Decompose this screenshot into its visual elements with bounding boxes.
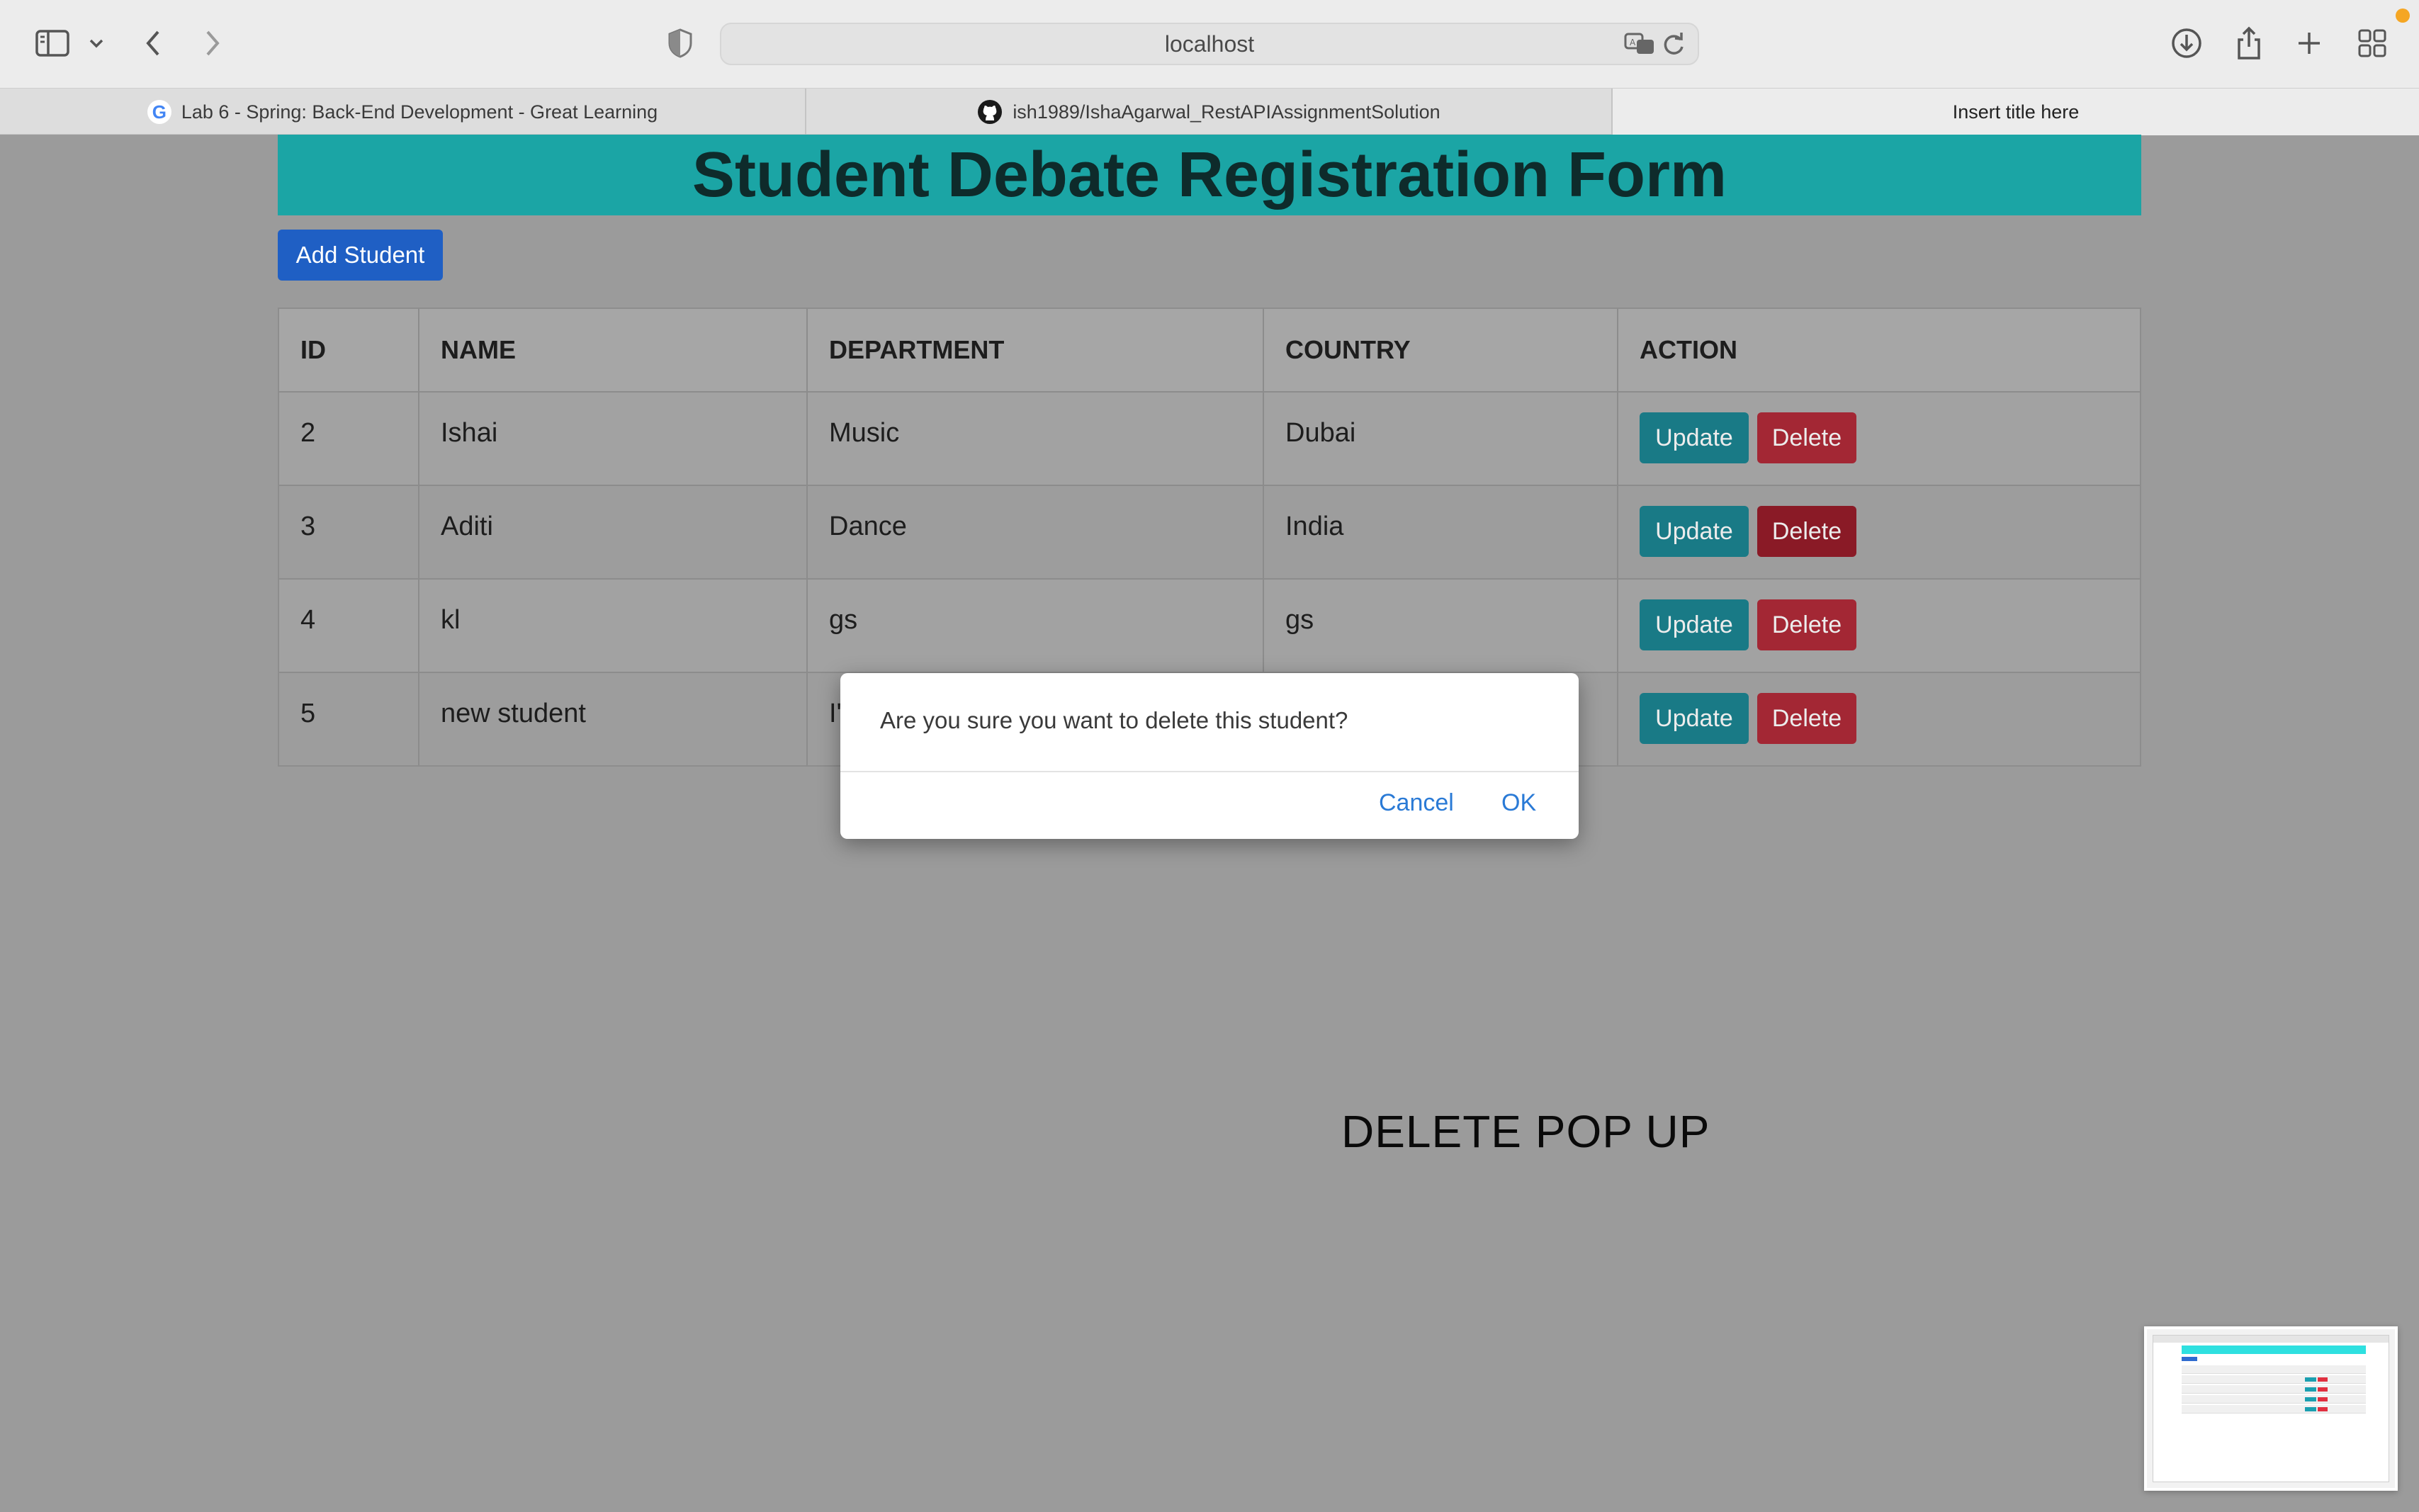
shield-icon[interactable] [665, 23, 696, 64]
delete-button[interactable]: Delete [1757, 412, 1856, 463]
cell-id: 3 [279, 486, 419, 578]
browser-toolbar: localhost A [0, 0, 2419, 88]
thumbnail-update [2305, 1377, 2316, 1382]
cell-action: Update Delete [1618, 393, 2140, 485]
thumbnail-row [2182, 1365, 2366, 1374]
share-icon[interactable] [2232, 23, 2266, 64]
cell-department: Music [808, 393, 1264, 485]
notification-dot [2396, 9, 2410, 23]
table-header-row: ID NAME DEPARTMENT COUNTRY ACTION [279, 309, 2140, 393]
cell-name: Ishai [419, 393, 808, 485]
cell-country: Dubai [1264, 393, 1618, 485]
thumbnail-row [2182, 1395, 2366, 1404]
chevron-down-icon[interactable] [84, 23, 109, 64]
delete-confirm-dialog: Are you sure you want to delete this stu… [840, 673, 1579, 839]
tab-bar: G Lab 6 - Spring: Back-End Development -… [0, 88, 2419, 135]
thumbnail-delete [2318, 1387, 2328, 1392]
thumbnail-row [2182, 1385, 2366, 1394]
thumbnail-toolbar [2153, 1336, 2389, 1343]
new-tab-plus-icon[interactable] [2293, 23, 2325, 64]
page-title: Student Debate Registration Form [692, 139, 1727, 210]
github-icon [977, 99, 1003, 125]
tab-great-learning[interactable]: G Lab 6 - Spring: Back-End Development -… [0, 89, 806, 135]
cell-department: gs [808, 580, 1264, 672]
url-text: localhost [1164, 31, 1255, 57]
cell-name: Aditi [419, 486, 808, 578]
cell-country: gs [1264, 580, 1618, 672]
thumbnail-preview [2153, 1335, 2389, 1482]
tab-label: ish1989/IshaAgarwal_RestAPIAssignmentSol… [1013, 101, 1440, 123]
add-student-button[interactable]: Add Student [278, 230, 443, 281]
tab-label: Lab 6 - Spring: Back-End Development - G… [181, 101, 658, 123]
column-header-country: COUNTRY [1264, 309, 1618, 391]
tab-label: Insert title here [1952, 101, 2080, 123]
svg-text:A: A [1630, 38, 1636, 47]
cell-country: India [1264, 486, 1618, 578]
forward-arrow-icon[interactable] [198, 23, 227, 64]
address-bar[interactable]: localhost A [720, 23, 1699, 65]
thumbnail-row [2182, 1375, 2366, 1384]
caption-text: DELETE POP UP [1341, 1106, 1710, 1157]
thumbnail-delete [2318, 1377, 2328, 1382]
update-button[interactable]: Update [1640, 599, 1749, 650]
thumbnail-update [2305, 1397, 2316, 1401]
column-header-action: ACTION [1640, 335, 1737, 364]
cell-name: new student [419, 673, 808, 765]
tab-overview-icon[interactable] [2354, 23, 2391, 64]
tab-insert-title[interactable]: Insert title here [1613, 89, 2419, 135]
column-header-name: NAME [419, 309, 808, 391]
column-header-department: DEPARTMENT [808, 309, 1264, 391]
ok-button[interactable]: OK [1501, 789, 1536, 817]
google-g-icon: G [147, 100, 171, 124]
dialog-message: Are you sure you want to delete this stu… [880, 707, 1348, 733]
thumbnail-delete [2318, 1407, 2328, 1411]
cancel-button[interactable]: Cancel [1379, 789, 1454, 817]
table-row: 2 Ishai Music Dubai Update Delete [279, 393, 2140, 486]
tab-github[interactable]: ish1989/IshaAgarwal_RestAPIAssignmentSol… [806, 89, 1613, 135]
delete-button[interactable]: Delete [1757, 599, 1856, 650]
thumbnail-update [2305, 1387, 2316, 1392]
cell-action: Update Delete [1618, 673, 2140, 765]
back-arrow-icon[interactable] [139, 23, 167, 64]
cell-action: Update Delete [1618, 486, 2140, 578]
column-header-id: ID [279, 309, 419, 391]
delete-button[interactable]: Delete [1757, 693, 1856, 744]
screenshot-thumbnail[interactable] [2144, 1326, 2398, 1491]
page-header: Student Debate Registration Form [278, 135, 2141, 215]
translate-icon[interactable]: A [1624, 31, 1657, 62]
thumbnail-header [2182, 1345, 2366, 1354]
cell-id: 2 [279, 393, 419, 485]
reload-icon[interactable] [1661, 31, 1686, 62]
thumbnail-delete [2318, 1397, 2328, 1401]
sidebar-toggle-icon[interactable] [31, 23, 74, 64]
cell-name: kl [419, 580, 808, 672]
update-button[interactable]: Update [1640, 693, 1749, 744]
cell-action: Update Delete [1618, 580, 2140, 672]
update-button[interactable]: Update [1640, 506, 1749, 557]
thumbnail-row [2182, 1405, 2366, 1414]
thumbnail-add-button [2182, 1357, 2197, 1361]
delete-button[interactable]: Delete [1757, 506, 1856, 557]
update-button[interactable]: Update [1640, 412, 1749, 463]
cell-id: 5 [279, 673, 419, 765]
thumbnail-update [2305, 1407, 2316, 1411]
cell-department: Dance [808, 486, 1264, 578]
table-row: 4 kl gs gs Update Delete [279, 580, 2140, 673]
dialog-divider [840, 771, 1579, 772]
cell-id: 4 [279, 580, 419, 672]
download-icon[interactable] [2168, 23, 2205, 64]
table-row: 3 Aditi Dance India Update Delete [279, 486, 2140, 580]
